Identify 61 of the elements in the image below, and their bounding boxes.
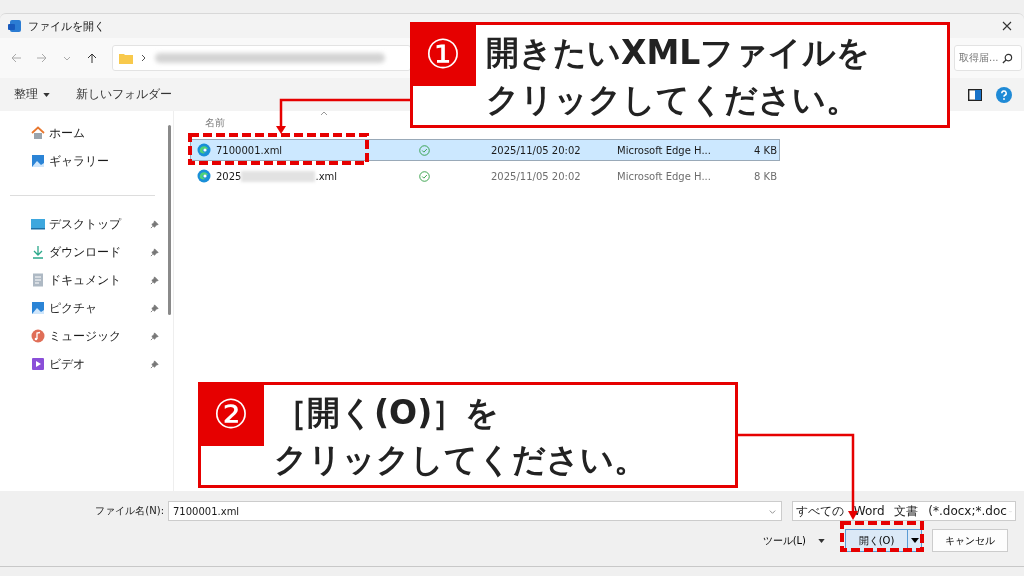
callout-text: 開きたいXMLファイルを — [486, 32, 871, 74]
file-type: Microsoft Edge H... — [617, 170, 712, 182]
step-number: ① — [410, 22, 476, 86]
filename-label: ファイル名(N): — [94, 504, 164, 518]
house-icon — [31, 126, 45, 140]
video-icon — [31, 357, 45, 371]
forward-arrow-icon[interactable] — [36, 52, 48, 64]
up-arrow-icon[interactable] — [86, 52, 98, 64]
sidebar-item[interactable]: ダウンロード — [0, 238, 173, 266]
caret-icon — [43, 92, 50, 97]
caret-icon — [818, 538, 825, 543]
callout-text: クリックしてください。 — [274, 439, 647, 481]
new-folder-button[interactable]: 新しいフォルダー — [70, 83, 178, 106]
file-size: 8 KB — [753, 170, 777, 182]
caret-icon — [910, 538, 919, 543]
modified-date: 2025/11/05 20:02 — [491, 170, 582, 182]
download-icon — [31, 245, 45, 259]
search-field[interactable]: 取得届... — [954, 45, 1022, 71]
music-icon — [31, 329, 45, 343]
sidebar-item[interactable]: ドキュメント — [0, 266, 173, 294]
file-size: 4 KB — [753, 144, 777, 156]
address-field[interactable] — [112, 45, 411, 71]
sidebar-item[interactable]: ホーム — [0, 119, 173, 147]
window-title: ファイルを開く — [28, 18, 105, 34]
filename-field[interactable]: 7100001.xml — [168, 501, 782, 521]
step-number: ② — [198, 382, 264, 446]
file-name: .xml — [315, 170, 338, 182]
image-icon — [31, 301, 45, 315]
edge-file-icon — [197, 169, 211, 183]
file-name: 2025 — [216, 170, 242, 182]
file-row[interactable]: 7100001.xml 2025/11/05 20:02 Microsoft Edge H... 4 KB — [190, 139, 780, 161]
modified-date: 2025/11/05 20:02 — [491, 144, 582, 156]
folder-icon — [119, 52, 133, 64]
edge-file-icon — [197, 143, 211, 157]
back-arrow-icon[interactable] — [10, 52, 22, 64]
document-icon — [32, 273, 44, 287]
callout-text: クリックしてください。 — [486, 79, 860, 121]
callout-text: ［開く(O)］を — [274, 392, 501, 434]
file-type: Microsoft Edge H... — [617, 144, 712, 156]
organize-button[interactable]: 整理 — [8, 83, 56, 106]
close-icon[interactable] — [1002, 21, 1012, 31]
sidebar-item[interactable]: ミュージック — [0, 322, 173, 350]
sidebar-item[interactable]: ビデオ — [0, 350, 173, 378]
tools-button[interactable]: ツール(L) — [756, 532, 831, 549]
scrollbar[interactable] — [168, 125, 171, 315]
sidebar-item[interactable]: ギャラリー — [0, 147, 173, 175]
sidebar-item[interactable]: ピクチャ — [0, 294, 173, 322]
help-icon[interactable] — [996, 86, 1012, 103]
search-icon — [1001, 52, 1013, 64]
column-header[interactable]: 名前 — [190, 116, 225, 130]
chevron-right-icon — [141, 54, 147, 62]
image-icon — [31, 154, 45, 168]
file-name: 7100001.xml — [216, 144, 283, 156]
file-type-dropdown[interactable]: すべての Word 文書 (*.docx;*.doc — [792, 501, 1016, 521]
preview-pane-icon[interactable] — [968, 88, 982, 101]
file-row[interactable]: 2025 .xml 2025/11/05 20:02 Microsoft Edge H... 8 KB — [190, 165, 780, 187]
sort-caret-icon — [320, 111, 328, 116]
cancel-button[interactable]: キャンセル — [932, 529, 1008, 552]
sidebar-item[interactable]: デスクトップ — [0, 210, 173, 238]
app-icon — [8, 19, 22, 33]
desktop-icon — [31, 218, 45, 230]
